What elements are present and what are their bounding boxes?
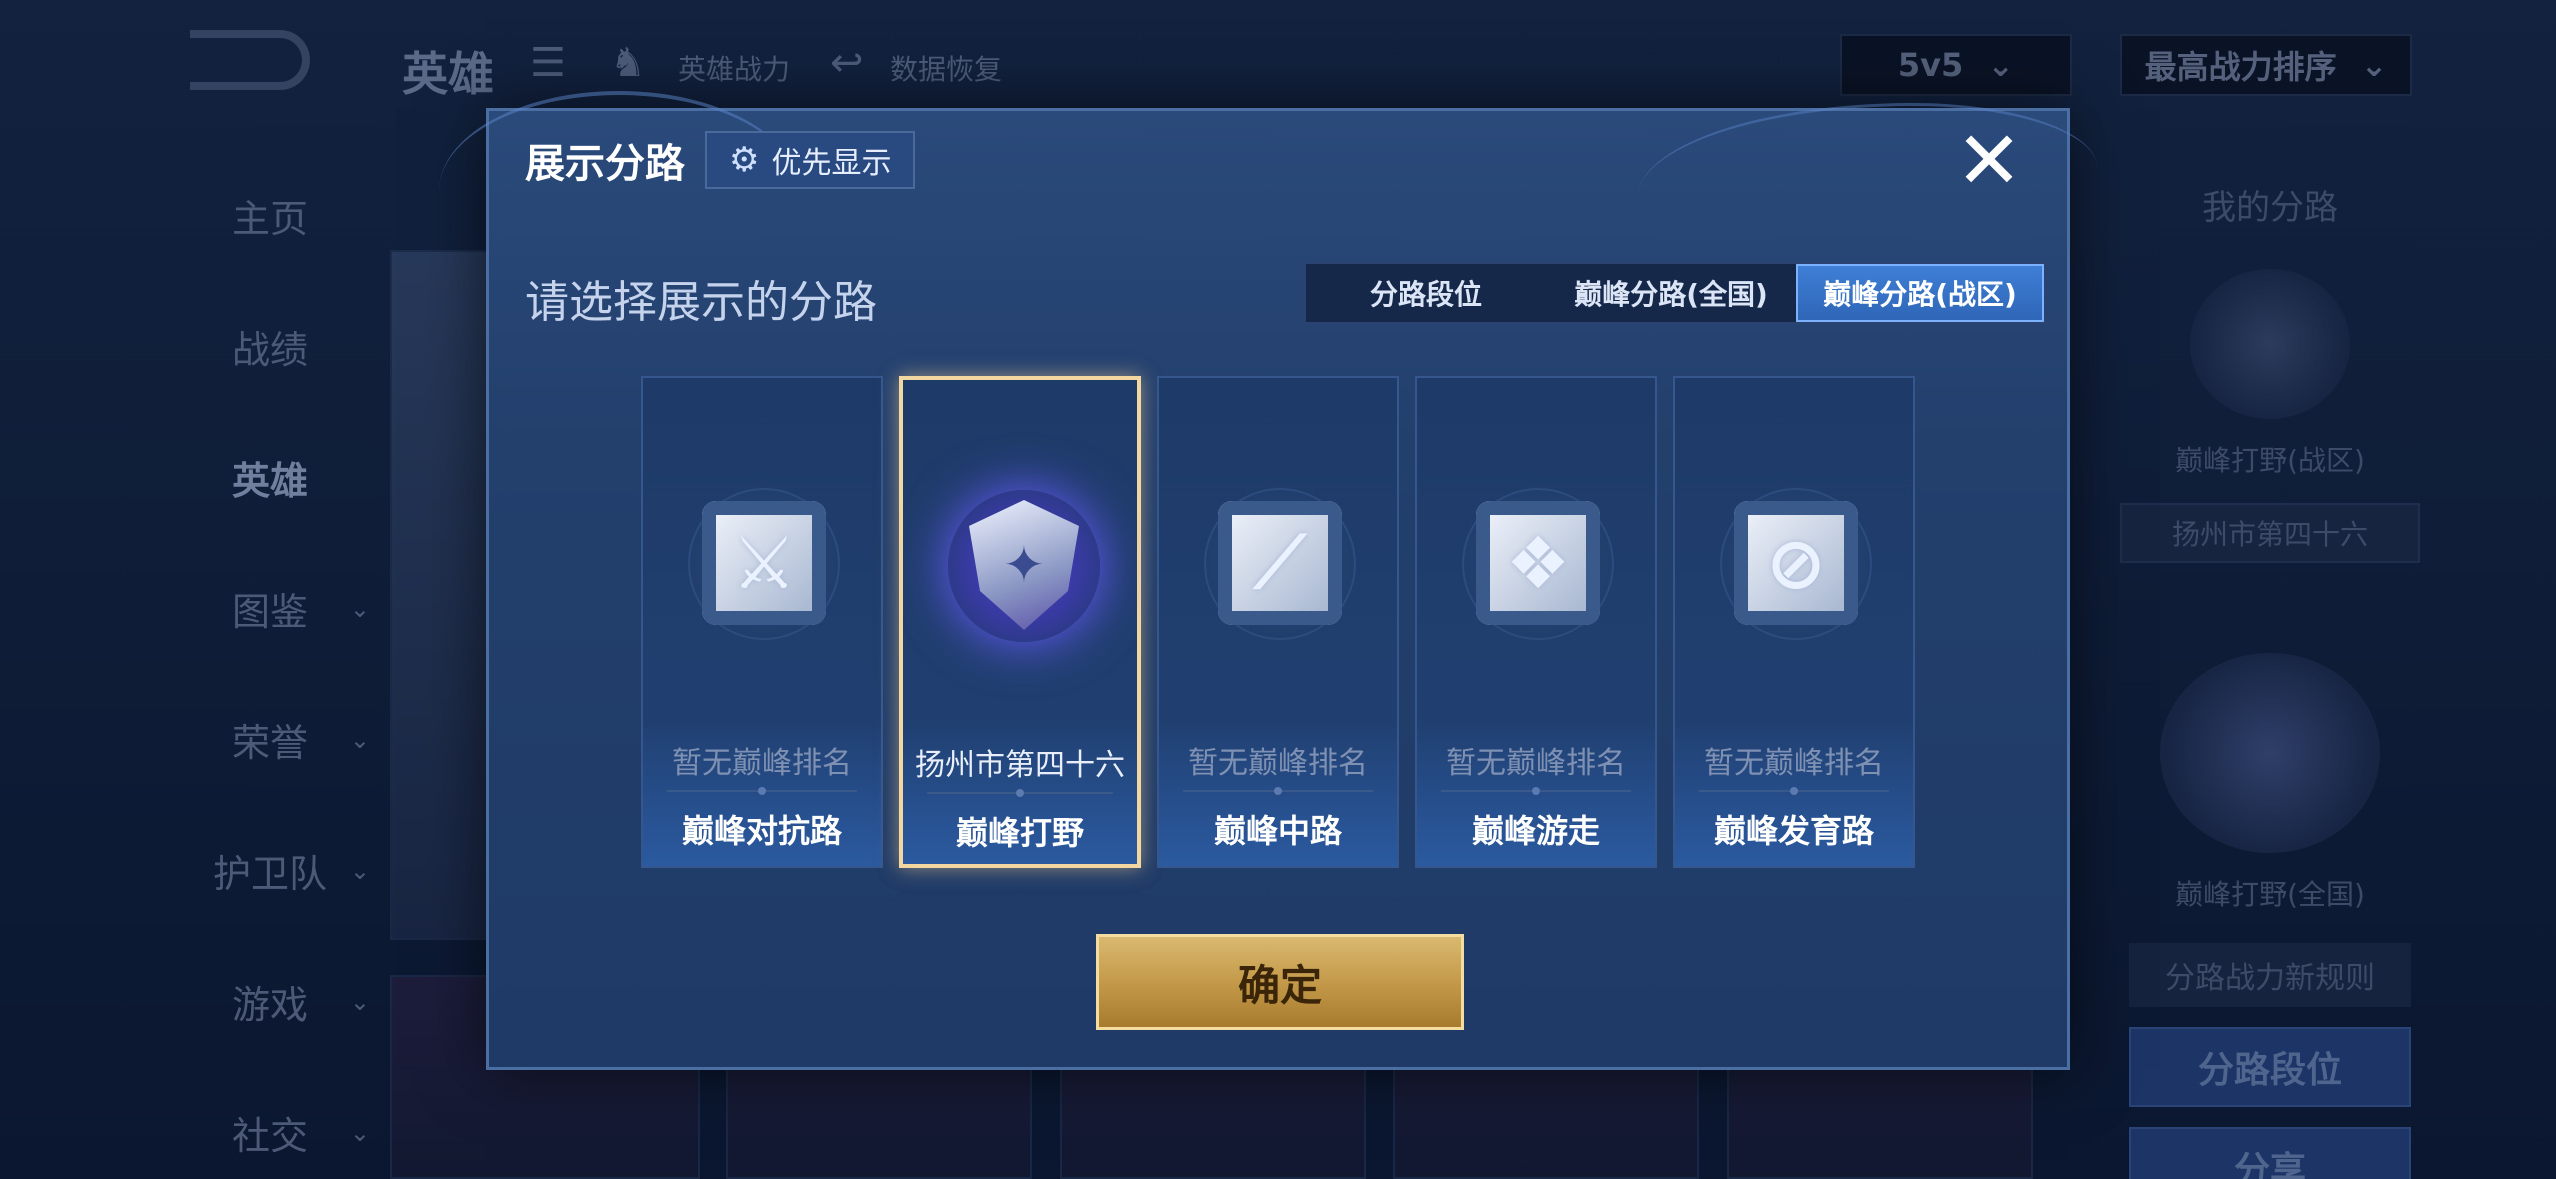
nav-label: 主页 — [231, 197, 308, 241]
swirl-decoration — [1637, 103, 2097, 263]
divider — [1699, 787, 1889, 795]
nav-label: 荣誉 — [231, 721, 308, 765]
jungle-emblem-icon: ✦ — [961, 500, 1087, 630]
data-restore-link[interactable]: 数据恢复 — [890, 48, 1002, 88]
emblem-caption: 巅峰打野(战区) — [2175, 444, 2365, 477]
lane-rank-text: 扬州市第四十六 — [915, 748, 1125, 783]
nav-item-home[interactable]: 主页 — [150, 150, 390, 281]
back-icon[interactable] — [190, 30, 310, 90]
share-button[interactable]: 分享 — [2129, 1127, 2411, 1179]
chevron-down-icon: ⌄ — [349, 987, 370, 1016]
lane-card-roam[interactable]: ❖ 暂无巅峰排名 巅峰游走 — [1415, 376, 1657, 868]
mode-select[interactable]: 5v5 ⌄ — [1840, 34, 2072, 96]
swirl-decoration — [439, 91, 799, 291]
nav-label: 游戏 — [231, 983, 308, 1027]
divider — [1441, 787, 1631, 795]
nav-item-social[interactable]: 社交 ⌄ — [150, 1067, 390, 1179]
tab-peak-national[interactable]: 巅峰分路(全国) — [1546, 264, 1796, 322]
lane-rank-text: 暂无巅峰排名 — [1188, 746, 1368, 781]
divider — [1183, 787, 1373, 795]
hero-power-icon[interactable]: ♞ — [610, 40, 646, 86]
lane-card-farm[interactable]: ⊘ 暂无巅峰排名 巅峰发育路 — [1673, 376, 1915, 868]
priority-display-button[interactable]: ⚙ 优先显示 — [705, 131, 916, 189]
emblem-location: 扬州市第四十六 — [2120, 503, 2420, 563]
gear-icon: ⚙ — [729, 140, 760, 180]
nav-label: 图鉴 — [231, 590, 308, 634]
page-title: 英雄 — [402, 47, 494, 101]
lane-card-mid[interactable]: ⟋ 暂无巅峰排名 巅峰中路 — [1157, 376, 1399, 868]
my-lane-panel: 我的分路 巅峰打野(战区) 扬州市第四十六 巅峰打野(全国) 分路战力新规则 分… — [2090, 150, 2450, 1179]
restore-icon[interactable]: ↩ — [830, 40, 864, 86]
emblem-caption: 巅峰打野(全国) — [2175, 878, 2365, 911]
lane-tabs: 分路段位 巅峰分路(全国) 巅峰分路(战区) — [1304, 262, 2046, 324]
dialog-header: 展示分路 ⚙ 优先显示 — [525, 131, 916, 189]
roam-icon: ❖ — [1475, 500, 1601, 626]
chevron-down-icon: ⌄ — [2360, 46, 2388, 84]
lane-name: 巅峰打野 — [955, 814, 1084, 852]
nav-label: 社交 — [231, 1114, 308, 1158]
lane-rank-button[interactable]: 分路段位 — [2129, 1027, 2411, 1107]
nav-item-hero[interactable]: 英雄 — [150, 412, 390, 543]
mode-select-value: 5v5 — [1897, 46, 1964, 84]
jungle-emblem-icon — [2160, 653, 2380, 853]
chevron-down-icon: ⌄ — [349, 1118, 370, 1147]
lane-rank-text: 暂无巅峰排名 — [1446, 746, 1626, 781]
nav-item-gallery[interactable]: 图鉴 ⌄ — [150, 543, 390, 674]
side-nav: 主页 战绩 英雄 图鉴 ⌄ 荣誉 ⌄ 护卫队 ⌄ 游戏 ⌄ 社交 ⌄ — [150, 150, 390, 1179]
priority-display-label: 优先显示 — [771, 146, 892, 181]
hero-power-link[interactable]: 英雄战力 — [678, 48, 790, 88]
lane-name: 巅峰对抗路 — [681, 812, 842, 850]
lane-card-jungle[interactable]: ✦ 扬州市第四十六 巅峰打野 — [899, 376, 1141, 868]
chevron-down-icon: ⌄ — [349, 725, 370, 754]
tab-lane-rank[interactable]: 分路段位 — [1306, 264, 1546, 322]
clash-lane-icon: ⚔ — [701, 500, 827, 626]
lane-name: 巅峰游走 — [1471, 812, 1600, 850]
lane-name: 巅峰中路 — [1213, 812, 1342, 850]
divider — [667, 787, 857, 795]
nav-label: 护卫队 — [212, 852, 327, 896]
lane-name: 巅峰发育路 — [1713, 812, 1874, 850]
mid-lane-icon: ⟋ — [1217, 500, 1343, 626]
sort-select[interactable]: 最高战力排序 ⌄ — [2120, 34, 2412, 96]
tab-peak-region[interactable]: 巅峰分路(战区) — [1796, 264, 2044, 322]
jungle-emblem-icon — [2190, 269, 2350, 419]
lane-rank-text: 暂无巅峰排名 — [1704, 746, 1884, 781]
sort-select-value: 最高战力排序 — [2144, 48, 2337, 86]
nav-label: 战绩 — [231, 328, 308, 372]
lane-rank-text: 暂无巅峰排名 — [672, 746, 852, 781]
my-lane-title: 我的分路 — [2202, 188, 2338, 228]
nav-item-honor[interactable]: 荣誉 ⌄ — [150, 674, 390, 805]
list-icon[interactable]: ☰ — [530, 40, 566, 86]
lane-rules-link[interactable]: 分路战力新规则 — [2129, 943, 2411, 1007]
lane-cards: ⚔ 暂无巅峰排名 巅峰对抗路 ✦ 扬州市第四十六 巅峰打野 ⟋ 暂无巅峰排名 巅… — [641, 376, 1915, 868]
lane-card-clash[interactable]: ⚔ 暂无巅峰排名 巅峰对抗路 — [641, 376, 883, 868]
chevron-down-icon: ⌄ — [349, 856, 370, 885]
dialog-subtitle: 请选择展示的分路 — [525, 277, 877, 328]
chevron-down-icon: ⌄ — [1987, 46, 2015, 84]
display-lane-dialog: 展示分路 ⚙ 优先显示 ✕ 请选择展示的分路 分路段位 巅峰分路(全国) 巅峰分… — [439, 91, 2097, 1070]
divider — [927, 789, 1113, 797]
farm-lane-icon: ⊘ — [1733, 500, 1859, 626]
chevron-down-icon: ⌄ — [349, 594, 370, 623]
nav-label: 英雄 — [231, 459, 308, 503]
close-icon[interactable]: ✕ — [1951, 121, 2027, 201]
nav-item-record[interactable]: 战绩 — [150, 281, 390, 412]
dialog-title: 展示分路 — [525, 141, 685, 187]
nav-item-game[interactable]: 游戏 ⌄ — [150, 936, 390, 1067]
nav-item-guard[interactable]: 护卫队 ⌄ — [150, 805, 390, 936]
confirm-button[interactable]: 确定 — [1096, 934, 1464, 1030]
